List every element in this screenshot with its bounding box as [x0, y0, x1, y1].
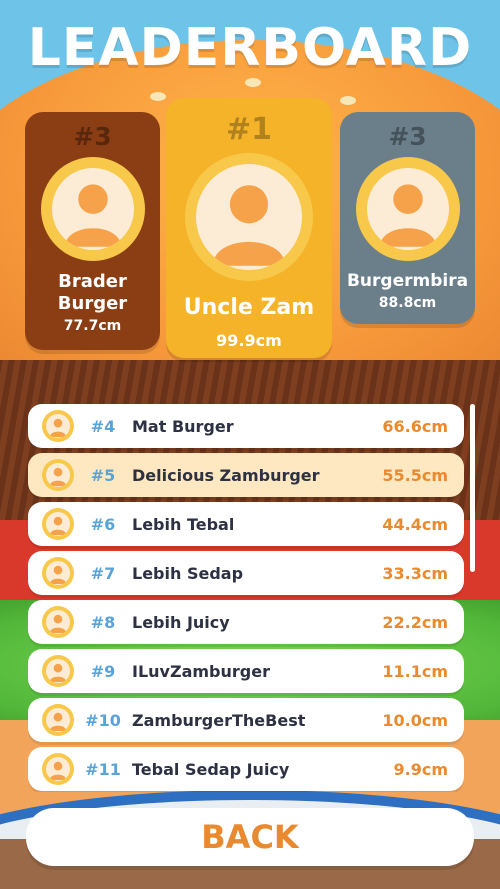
row-rank: #11 — [85, 759, 121, 779]
leaderboard-list[interactable]: #4 Mat Burger 66.6cm #5 Delicious Zambur… — [28, 404, 466, 792]
user-avatar-icon — [42, 557, 74, 589]
row-name: ILuvZamburger — [132, 661, 270, 681]
row-score: 9.9cm — [393, 759, 449, 779]
leaderboard-row-highlighted: #5 Delicious Zamburger 55.5cm — [28, 453, 464, 497]
row-score: 10.0cm — [382, 710, 448, 730]
row-score: 44.4cm — [382, 514, 448, 534]
user-avatar-icon — [42, 704, 74, 736]
podium-score: 99.9cm — [216, 331, 282, 351]
back-button[interactable]: BACK — [26, 808, 474, 866]
podium-card-center: #1 Uncle Zam 99.9cm — [166, 98, 332, 358]
user-avatar-icon — [355, 157, 460, 261]
podium-card-right: #3 Burgermbira 88.8cm — [340, 112, 475, 324]
row-rank: #7 — [90, 563, 116, 583]
row-score: 33.3cm — [382, 563, 448, 583]
row-name: Lebih Juicy — [132, 612, 230, 632]
row-name: Tebal Sedap Juicy — [132, 759, 290, 779]
row-rank: #9 — [90, 661, 116, 681]
row-rank: #4 — [90, 416, 116, 436]
row-rank: #10 — [85, 710, 121, 730]
user-avatar-icon — [42, 753, 74, 785]
row-score: 66.6cm — [382, 416, 448, 436]
row-score: 11.1cm — [382, 661, 448, 681]
leaderboard-row: #11 Tebal Sedap Juicy 9.9cm — [28, 747, 464, 791]
podium-rank: #3 — [388, 122, 427, 151]
leaderboard-row: #8 Lebih Juicy 22.2cm — [28, 600, 464, 644]
row-name: Mat Burger — [132, 416, 234, 436]
row-score: 22.2cm — [382, 612, 448, 632]
sesame-seed — [340, 96, 356, 105]
user-avatar-icon — [40, 157, 145, 261]
page-title: LEADERBOARD — [27, 18, 473, 78]
user-avatar-icon — [42, 459, 74, 491]
list-scrollbar[interactable] — [470, 404, 475, 572]
user-avatar-icon — [42, 410, 74, 442]
row-rank: #5 — [90, 465, 116, 485]
row-name: Delicious Zamburger — [132, 465, 320, 485]
podium-name: Uncle Zam — [183, 295, 315, 320]
podium-score: 88.8cm — [378, 295, 437, 312]
podium-name: Brader Burger — [57, 271, 128, 314]
podium-name: Burgermbira — [346, 271, 469, 291]
user-avatar-icon — [42, 508, 74, 540]
row-name: ZamburgerTheBest — [132, 710, 306, 730]
user-avatar-icon — [42, 655, 74, 687]
row-rank: #6 — [90, 514, 116, 534]
leaderboard-row: #10 ZamburgerTheBest 10.0cm — [28, 698, 464, 742]
user-avatar-icon — [42, 606, 74, 638]
leaderboard-row: #6 Lebih Tebal 44.4cm — [28, 502, 464, 546]
podium-rank: #3 — [73, 122, 112, 151]
sesame-seed — [245, 78, 261, 87]
podium-score: 77.7cm — [63, 318, 122, 335]
row-rank: #8 — [90, 612, 116, 632]
sesame-seed — [150, 92, 166, 101]
podium-card-left: #3 Brader Burger 77.7cm — [25, 112, 160, 350]
user-avatar-icon — [185, 153, 313, 281]
leaderboard-row: #7 Lebih Sedap 33.3cm — [28, 551, 464, 595]
row-score: 55.5cm — [382, 465, 448, 485]
row-name: Lebih Sedap — [132, 563, 244, 583]
leaderboard-row: #4 Mat Burger 66.6cm — [28, 404, 464, 448]
podium-rank: #1 — [225, 112, 272, 147]
leaderboard-row: #9 ILuvZamburger 11.1cm — [28, 649, 464, 693]
row-name: Lebih Tebal — [132, 514, 235, 534]
